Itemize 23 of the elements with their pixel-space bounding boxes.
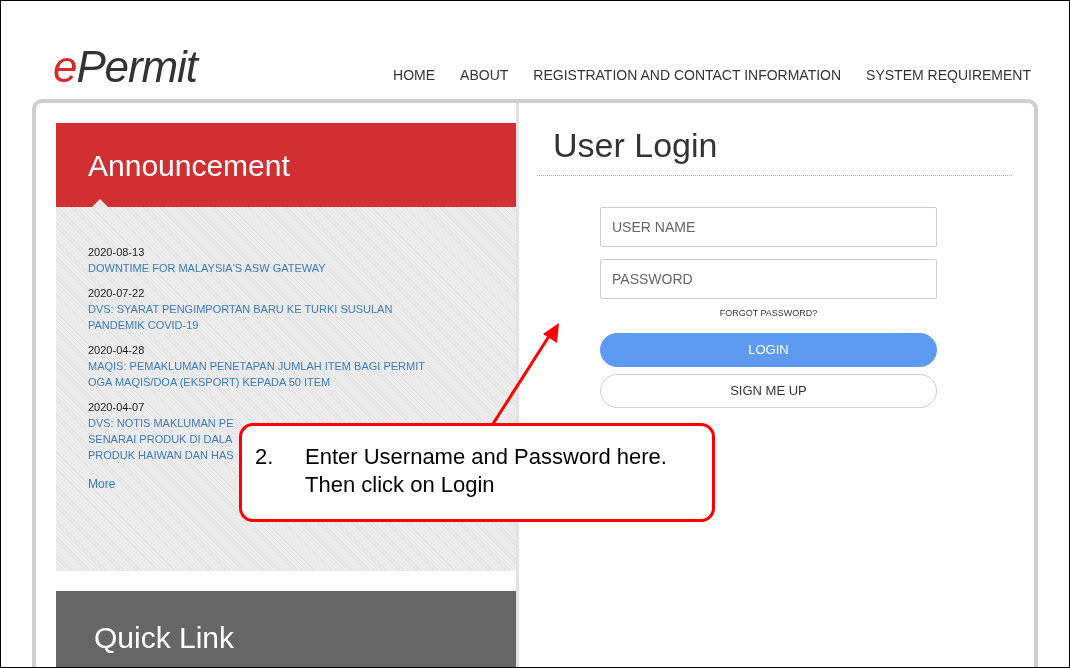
announcement-link[interactable]: DVS: NOTIS MAKLUMAN PE SENARAI PRODUK DI DALA PRODUK HAIWAN DAN HAS bbox=[88, 415, 234, 463]
nav-link[interactable]: SYSTEM REQUIREMENT bbox=[866, 65, 1031, 86]
forgot-password-link[interactable]: FORGOT PASSWORD? bbox=[719, 307, 818, 321]
callout-number: 2. bbox=[255, 443, 275, 471]
more-link[interactable]: More bbox=[88, 475, 116, 493]
sign-up-button[interactable]: SIGN ME UP bbox=[600, 373, 937, 408]
announcement-link[interactable]: MAQIS: PEMAKLUMAN PENETAPAN JUMLAH ITEM BAGI PERMIT OGA MAQIS/DOA (EKSPORT) KEPADA 50 ITEM bbox=[88, 358, 425, 390]
nav-link[interactable]: HOME bbox=[393, 65, 436, 86]
logo[interactable]: ePermit bbox=[53, 45, 197, 99]
announcement-date: 2020-08-13 bbox=[88, 245, 146, 260]
input-field[interactable]: USER NAME bbox=[600, 207, 937, 247]
announcement-date: 2020-07-22 bbox=[88, 286, 146, 301]
input-field[interactable]: PASSWORD bbox=[600, 259, 937, 299]
announcement-link[interactable]: DVS: SYARAT PENGIMPORTAN BARU KE TURKI SUSULAN PANDEMIK COVID-19 bbox=[88, 301, 393, 333]
quick-link-title[interactable]: Quick Link bbox=[94, 615, 516, 660]
announcement-date: 2020-04-07 bbox=[88, 400, 146, 415]
nav-link[interactable]: REGISTRATION AND CONTACT INFORMATION bbox=[533, 65, 842, 86]
callout-text: Enter Username and Password here. Then click on Login bbox=[305, 443, 668, 499]
nav-link[interactable]: ABOUT bbox=[460, 65, 509, 86]
login-title: User Login bbox=[552, 125, 719, 166]
announcement-title: Announcement bbox=[88, 147, 290, 184]
announcement-link[interactable]: DOWNTIME FOR MALAYSIA'S ASW GATEWAY bbox=[88, 260, 326, 276]
announcement-date: 2020-04-28 bbox=[88, 343, 146, 358]
